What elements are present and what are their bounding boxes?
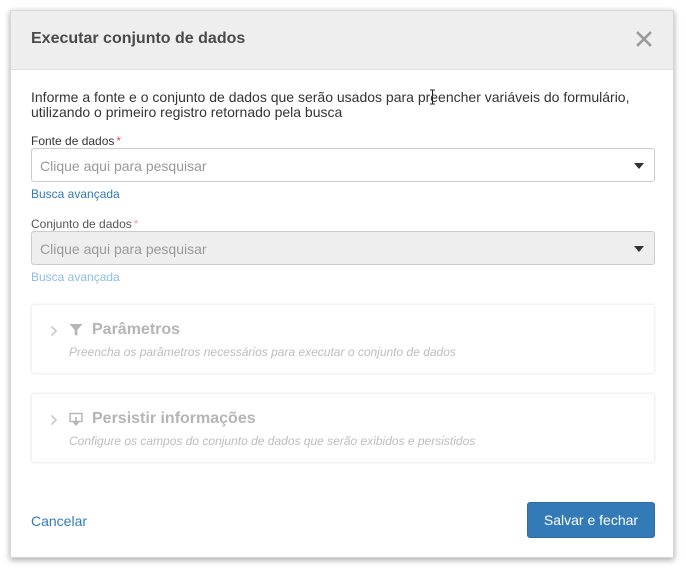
caret-down-icon xyxy=(634,163,644,169)
monitor-download-icon xyxy=(69,412,83,426)
chevron-right-icon xyxy=(50,414,58,426)
data-source-advanced-search-link[interactable]: Busca avançada xyxy=(31,187,120,201)
data-source-select[interactable]: Clique aqui para pesquisar xyxy=(31,148,655,182)
persist-panel: Persistir informações Configure os campo… xyxy=(31,393,655,463)
save-and-close-button[interactable]: Salvar e fechar xyxy=(527,502,655,538)
required-mark: * xyxy=(116,134,122,148)
chevron-right-icon xyxy=(50,325,58,337)
persist-panel-title: Persistir informações xyxy=(92,410,256,427)
dataset-label: Conjunto de dados * xyxy=(31,217,138,231)
dataset-advanced-search-link: Busca avançada xyxy=(31,270,120,284)
close-button[interactable] xyxy=(635,30,653,48)
persist-panel-subtitle: Configure os campos do conjunto de dados… xyxy=(69,434,476,448)
parameters-panel-title: Parâmetros xyxy=(92,321,181,338)
caret-down-icon xyxy=(634,246,644,252)
execute-dataset-dialog: Executar conjunto de dados Informe a fon… xyxy=(10,10,674,558)
required-mark: * xyxy=(133,217,139,231)
parameters-panel: Parâmetros Preencha os parâmetros necess… xyxy=(31,304,655,374)
dataset-placeholder: Clique aqui para pesquisar xyxy=(40,241,207,257)
dataset-select: Clique aqui para pesquisar xyxy=(31,231,655,265)
parameters-panel-subtitle: Preencha os parâmetros necessários para … xyxy=(69,345,456,359)
text-cursor-icon xyxy=(430,89,435,105)
data-source-placeholder: Clique aqui para pesquisar xyxy=(40,158,207,174)
data-source-label: Fonte de dados * xyxy=(31,134,121,148)
cancel-button[interactable]: Cancelar xyxy=(31,513,87,529)
close-icon xyxy=(636,31,652,47)
dialog-header: Executar conjunto de dados xyxy=(11,11,673,70)
dataset-label-text: Conjunto de dados xyxy=(31,217,132,231)
data-source-label-text: Fonte de dados xyxy=(31,134,115,148)
dialog-title: Executar conjunto de dados xyxy=(31,30,246,47)
dialog-description: Informe a fonte e o conjunto de dados qu… xyxy=(31,89,630,120)
filter-icon xyxy=(69,324,83,336)
